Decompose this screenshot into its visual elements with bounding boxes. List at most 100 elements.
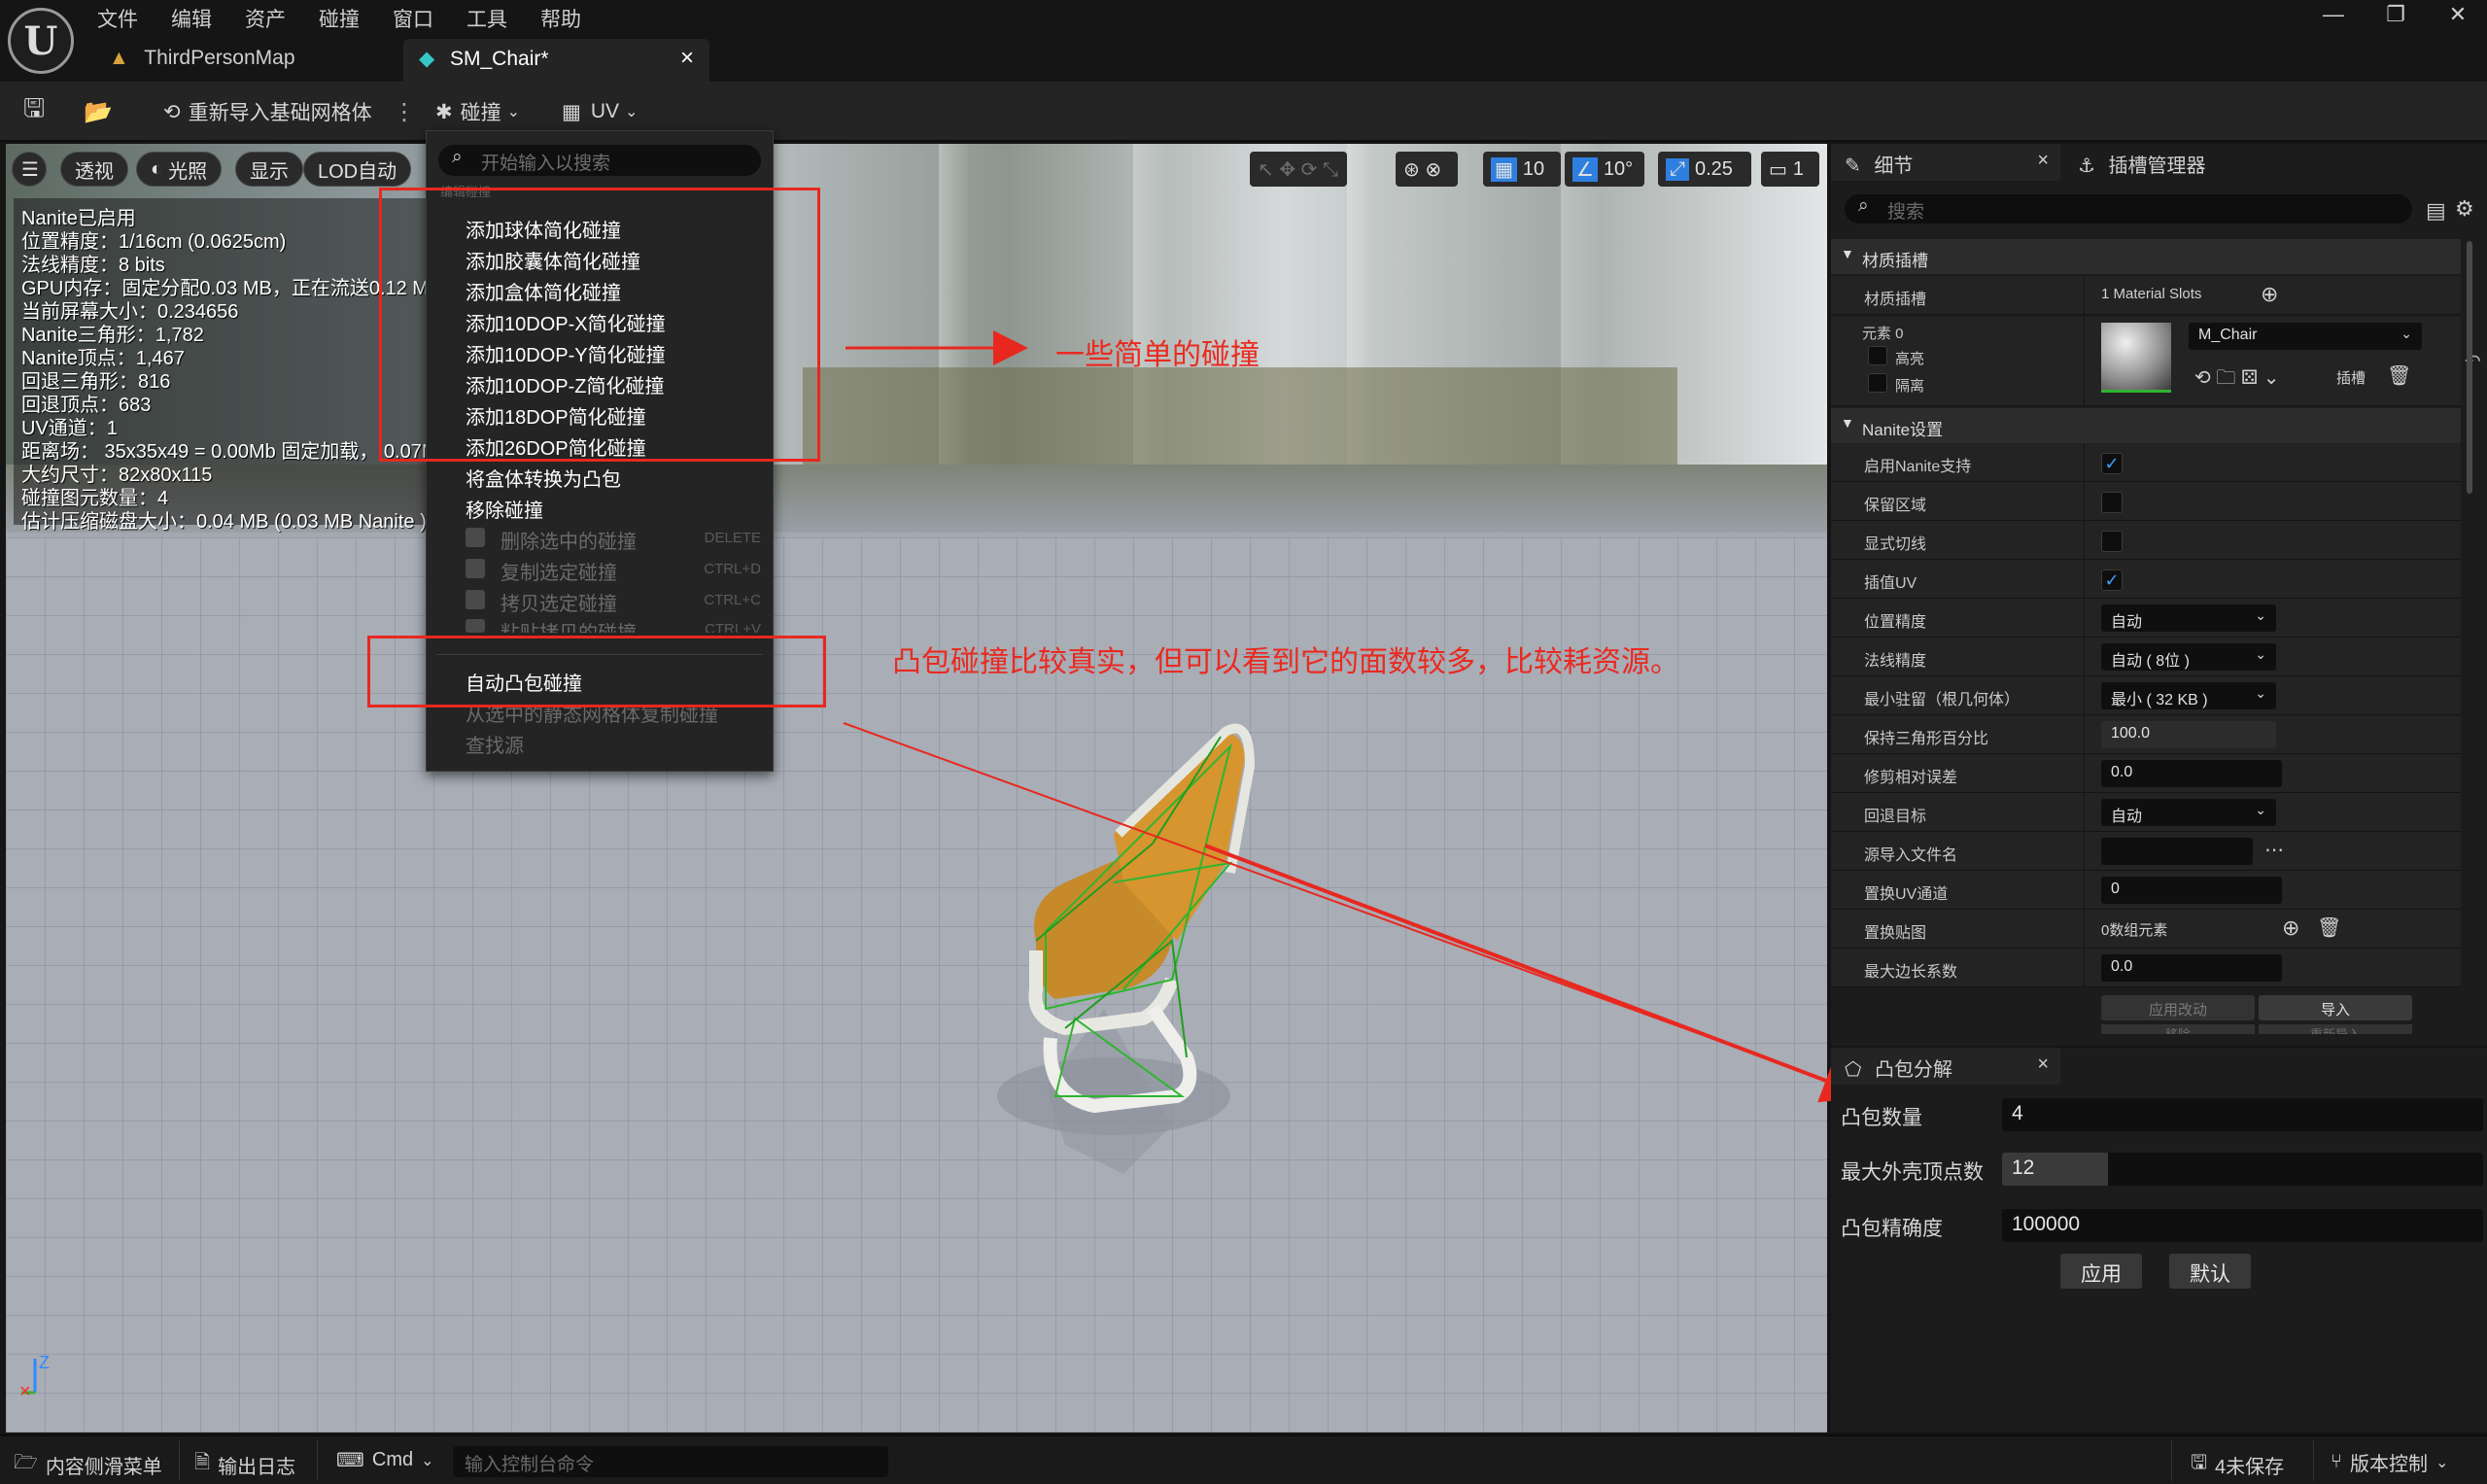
hull-count-input[interactable]: 4 xyxy=(2002,1098,2483,1131)
more-options-icon[interactable]: ⋮ xyxy=(393,93,416,130)
browse-file-icon[interactable]: ⋯ xyxy=(2264,838,2284,862)
scale-snap-button[interactable]: ⤢ 0.25 xyxy=(1658,152,1751,187)
console-command-input[interactable]: 输入控制台命令 xyxy=(453,1446,888,1477)
max-hull-verts-slider[interactable]: 12 xyxy=(2002,1153,2483,1186)
prop-label: 保留区域 xyxy=(1864,498,1927,514)
restore-button[interactable]: ❐ xyxy=(2371,2,2420,33)
close-window-button[interactable]: ✕ xyxy=(2434,2,2482,33)
cmd-dropdown-button[interactable]: ⌨ Cmd ⌄ xyxy=(336,1448,434,1472)
add-slot-icon[interactable]: ⊕ xyxy=(2261,282,2278,307)
output-log-button[interactable]: 🗎 输出日志 xyxy=(194,1448,295,1481)
reimport-button[interactable]: ⟲ 重新导入基础网格体 xyxy=(163,93,372,130)
default-button[interactable]: 默认 xyxy=(2169,1254,2251,1289)
gear-icon[interactable]: ⚙ xyxy=(2455,196,2474,222)
enable-nanite-checkbox[interactable]: ✓ xyxy=(2101,453,2123,474)
prop-label: 插值UV xyxy=(1864,575,1917,592)
column-divider xyxy=(2084,638,2085,676)
delete-icon[interactable]: 🗑 xyxy=(2387,363,2411,388)
explicit-tangents-checkbox[interactable] xyxy=(2101,531,2123,552)
trim-error-input[interactable]: 0.0 xyxy=(2101,760,2282,787)
menu-asset[interactable]: 资产 xyxy=(245,4,286,33)
viewport-menu-icon[interactable]: ☰ xyxy=(12,152,47,187)
show-button[interactable]: 显示 xyxy=(235,152,303,187)
position-precision-combo[interactable]: 自动 ⌄ xyxy=(2101,604,2276,632)
tab-socket-manager[interactable]: ⚓ 插槽管理器 xyxy=(2064,144,2259,181)
lighting-button[interactable]: ◐ 光照 xyxy=(136,152,223,187)
browse-asset-icon[interactable]: 📂 xyxy=(84,93,113,130)
uv-icon: ▦ xyxy=(562,100,581,123)
convex-icon: ⬠ xyxy=(1845,1059,1862,1081)
section-material-slots[interactable]: ▼ 材质插槽 xyxy=(1831,239,2461,274)
tab-details[interactable]: ✎ 细节 × xyxy=(1831,144,2060,181)
material-thumbnail[interactable] xyxy=(2101,323,2171,393)
menu-file[interactable]: 文件 xyxy=(97,4,138,33)
delete-icon[interactable]: 🗑 xyxy=(2317,915,2341,940)
content-drawer-button[interactable]: 🗁 内容侧滑菜单 xyxy=(14,1448,162,1481)
highlight-checkbox[interactable] xyxy=(1868,346,1887,365)
source-file-input[interactable] xyxy=(2101,838,2253,865)
prop-row-material-slots: 材质插槽 1 Material Slots ⊕ xyxy=(1831,276,2461,315)
menu-item-remove-collision[interactable]: 移除碰撞 xyxy=(466,495,543,523)
material-combo[interactable]: M_Chair ⌄ xyxy=(2189,323,2422,350)
apply-changes-button[interactable]: 应用改动 xyxy=(2101,995,2255,1020)
close-tab-icon[interactable]: × xyxy=(680,45,694,72)
menu-window[interactable]: 窗口 xyxy=(393,4,433,33)
browse-material-icons[interactable]: ⟲ 🗀 ⚄ ⌄ xyxy=(2194,363,2280,397)
source-control-button[interactable]: ⑂ 版本控制 ⌄ xyxy=(2331,1448,2448,1476)
reimport-button[interactable]: 重新导入 xyxy=(2259,1024,2412,1034)
close-icon[interactable]: × xyxy=(2037,1053,2049,1076)
apply-button[interactable]: 应用 xyxy=(2060,1254,2142,1289)
grid-snap-button[interactable]: ▦ 10 xyxy=(1483,152,1561,187)
slot-button[interactable]: 插槽 xyxy=(2336,367,2366,388)
fallback-target-combo[interactable]: 自动 ⌄ xyxy=(2101,799,2276,826)
import-button[interactable]: 导入 xyxy=(2259,995,2412,1020)
displacement-uv-input[interactable]: 0 xyxy=(2101,877,2282,904)
menu-tools[interactable]: 工具 xyxy=(466,4,507,33)
isolate-checkbox[interactable] xyxy=(1868,373,1887,393)
unsaved-button[interactable]: 🖫 4未保存 xyxy=(2191,1448,2284,1481)
uv-dropdown-button[interactable]: ▦ UV ⌄ xyxy=(562,93,638,130)
close-icon[interactable]: × xyxy=(2037,150,2049,172)
preserve-area-checkbox[interactable] xyxy=(2101,492,2123,513)
lerp-uvs-checkbox[interactable]: ✓ xyxy=(2101,569,2123,591)
normal-precision-combo[interactable]: 自动 ( 8位 ) ⌄ xyxy=(2101,643,2276,671)
hull-precision-label: 凸包精确度 xyxy=(1841,1218,1943,1240)
unreal-logo-icon[interactable]: U xyxy=(8,8,74,74)
menu-edit[interactable]: 编辑 xyxy=(171,4,212,33)
tab-sm-chair[interactable]: ◆ SM_Chair* × xyxy=(403,39,709,82)
menu-search-input[interactable]: ⌕ 开始输入以搜索 xyxy=(438,145,761,176)
hull-count-label: 凸包数量 xyxy=(1841,1107,1922,1129)
keep-percent-slider[interactable]: 100.0 xyxy=(2101,721,2276,748)
annotation-box-simple xyxy=(379,188,820,462)
content-drawer-label: 内容侧滑菜单 xyxy=(45,1456,162,1478)
remove-button[interactable]: 移除 xyxy=(2101,1024,2255,1034)
menu-help[interactable]: 帮助 xyxy=(540,4,581,33)
scrollbar[interactable] xyxy=(2467,241,2472,494)
section-nanite-settings[interactable]: ▼ Nanite设置 xyxy=(1831,408,2461,443)
transform-tools[interactable]: ↖ ✥ ⟳ ⤡ xyxy=(1250,152,1347,187)
menu-collision[interactable]: 碰撞 xyxy=(319,4,360,33)
combo-value: 最小 ( 32 KB ) xyxy=(2111,692,2208,708)
surface-snap-icon[interactable]: ⊛ ⊗ xyxy=(1396,152,1458,187)
chair-mesh[interactable] xyxy=(978,688,1289,1193)
camera-speed-button[interactable]: ▭ 1 xyxy=(1761,152,1819,187)
max-edge-factor-input[interactable]: 0.0 xyxy=(2101,954,2282,982)
viewport[interactable]: ☰ 透视 ◐ 光照 显示 LOD自动 ↖ ✥ ⟳ ⤡ ⊛ ⊗ ▦ 10 ∠ 10… xyxy=(6,144,1827,1432)
lod-button[interactable]: LOD自动 xyxy=(303,152,412,187)
max-hull-verts-label: 最大外壳顶点数 xyxy=(1841,1161,1984,1184)
save-icon[interactable]: 🖫 xyxy=(23,93,45,130)
details-search-input[interactable]: ⌕ 搜索 xyxy=(1845,194,2412,224)
chevron-down-icon: ⌄ xyxy=(2435,1454,2449,1471)
prop-label: 修剪相对误差 xyxy=(1864,770,1958,786)
add-element-icon[interactable]: ⊕ xyxy=(2282,915,2299,941)
collision-dropdown-button[interactable]: ✱ 碰撞 ⌄ xyxy=(435,93,520,130)
tab-thirdpersonmap[interactable]: ▲ ThirdPersonMap xyxy=(93,39,395,82)
rotation-snap-button[interactable]: ∠ 10° xyxy=(1565,152,1644,187)
tab-convex-decomposition[interactable]: ⬠ 凸包分解 × xyxy=(1831,1048,2060,1085)
minimize-button[interactable]: — xyxy=(2309,2,2358,33)
perspective-button[interactable]: 透视 xyxy=(60,152,128,187)
table-view-icon[interactable]: ▤ xyxy=(2426,198,2446,224)
menu-item-box-to-convex[interactable]: 将盒体转换为凸包 xyxy=(466,464,621,492)
hull-precision-input[interactable]: 100000 xyxy=(2002,1209,2483,1242)
min-residency-combo[interactable]: 最小 ( 32 KB ) ⌄ xyxy=(2101,682,2276,709)
